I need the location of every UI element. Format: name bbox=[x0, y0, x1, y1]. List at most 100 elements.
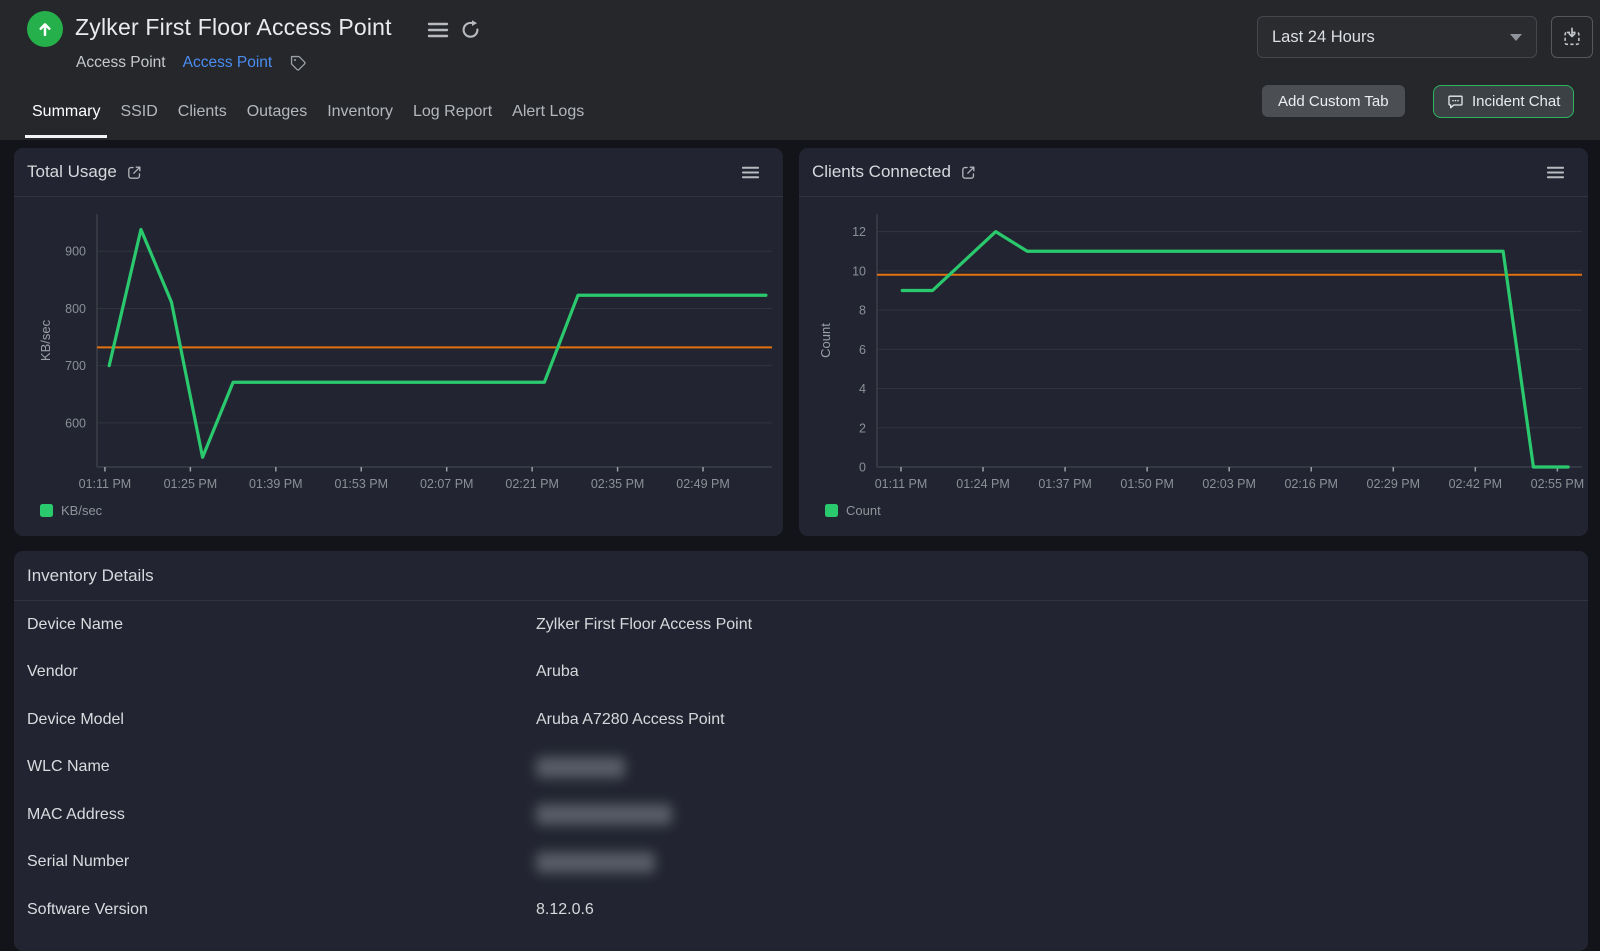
legend-swatch bbox=[825, 504, 838, 517]
inventory-value: Zylker First Floor Access Point bbox=[536, 616, 752, 634]
inventory-row-device-name: Device Name Zylker First Floor Access Poi… bbox=[14, 601, 1588, 649]
inventory-details-card: Inventory Details Device Name Zylker Firs… bbox=[14, 551, 1588, 951]
chart-title-text: Clients Connected bbox=[812, 162, 951, 182]
tab-outages[interactable]: Outages bbox=[240, 102, 314, 138]
svg-text:2: 2 bbox=[859, 421, 866, 435]
clients-connected-card: Clients Connected 0 2 4 6 8 10 12 01:11 PM 01:24… bbox=[799, 148, 1588, 536]
legend-label: Count bbox=[846, 503, 881, 518]
expand-chart-icon[interactable] bbox=[960, 164, 977, 181]
inventory-row-mac-address: MAC Address bbox=[14, 791, 1588, 839]
time-range-value: Last 24 Hours bbox=[1272, 28, 1375, 47]
svg-text:800: 800 bbox=[65, 302, 86, 316]
tab-log-report[interactable]: Log Report bbox=[406, 102, 499, 138]
inventory-label: Device Name bbox=[27, 616, 123, 634]
svg-text:4: 4 bbox=[859, 382, 866, 396]
svg-text:02:42 PM: 02:42 PM bbox=[1449, 477, 1503, 491]
chart-menu-icon[interactable] bbox=[742, 165, 759, 180]
svg-text:01:50 PM: 01:50 PM bbox=[1120, 477, 1174, 491]
inventory-card-title: Inventory Details bbox=[27, 566, 154, 586]
svg-text:01:11 PM: 01:11 PM bbox=[875, 477, 928, 491]
svg-text:01:24 PM: 01:24 PM bbox=[956, 477, 1010, 491]
chart-menu-icon[interactable] bbox=[1547, 165, 1564, 180]
svg-text:02:03 PM: 02:03 PM bbox=[1202, 477, 1256, 491]
line-chart-svg: 60070080090001:11 PM01:25 PM01:39 PM01:5… bbox=[14, 197, 783, 497]
inventory-value: Aruba bbox=[536, 663, 579, 681]
redacted-value bbox=[536, 757, 625, 778]
svg-text:02:16 PM: 02:16 PM bbox=[1284, 477, 1338, 491]
page-title: Zylker First Floor Access Point bbox=[75, 14, 392, 41]
tab-clients[interactable]: Clients bbox=[171, 102, 234, 138]
arrow-up-icon bbox=[35, 19, 55, 39]
total-usage-card: Total Usage 60070080090001:11 PM01:25 PM… bbox=[14, 148, 783, 536]
tab-alert-logs[interactable]: Alert Logs bbox=[505, 102, 591, 138]
legend-item-count[interactable]: Count bbox=[825, 503, 1588, 518]
legend-swatch bbox=[40, 504, 53, 517]
incident-chat-label: Incident Chat bbox=[1472, 93, 1560, 110]
svg-text:6: 6 bbox=[859, 343, 866, 357]
clients-connected-card-title: Clients Connected bbox=[812, 162, 977, 182]
breadcrumb: Access Point Access Point bbox=[76, 54, 307, 72]
svg-text:01:37 PM: 01:37 PM bbox=[1038, 477, 1092, 491]
inventory-label: MAC Address bbox=[27, 806, 125, 824]
inventory-label: Vendor bbox=[27, 663, 78, 681]
svg-text:700: 700 bbox=[65, 359, 86, 373]
svg-text:02:21 PM: 02:21 PM bbox=[505, 477, 559, 491]
svg-text:10: 10 bbox=[852, 264, 866, 278]
svg-text:Count: Count bbox=[818, 323, 833, 358]
legend-item-kb-sec[interactable]: KB/sec bbox=[40, 503, 783, 518]
expand-chart-icon[interactable] bbox=[126, 164, 143, 181]
svg-text:02:55 PM: 02:55 PM bbox=[1531, 477, 1585, 491]
svg-text:900: 900 bbox=[65, 245, 86, 259]
inventory-card-header: Inventory Details bbox=[14, 551, 1588, 601]
open-in-new-window-icon bbox=[1561, 26, 1583, 48]
total-usage-card-title: Total Usage bbox=[27, 162, 143, 182]
svg-text:02:35 PM: 02:35 PM bbox=[591, 477, 645, 491]
svg-text:0: 0 bbox=[859, 461, 866, 475]
inventory-value: 8.12.0.6 bbox=[536, 901, 594, 919]
chart-title-text: Total Usage bbox=[27, 162, 117, 182]
inventory-row-wlc-name: WLC Name bbox=[14, 744, 1588, 792]
inventory-row-software-version: Software Version 8.12.0.6 bbox=[14, 886, 1588, 934]
svg-text:KB/sec: KB/sec bbox=[38, 319, 53, 361]
clients-connected-card-header: Clients Connected bbox=[799, 148, 1588, 197]
legend-label: KB/sec bbox=[61, 503, 102, 518]
top-bar: Zylker First Floor Access Point Access P… bbox=[0, 0, 1600, 140]
refresh-icon[interactable] bbox=[459, 18, 482, 41]
device-status-up-icon bbox=[27, 11, 63, 47]
clients-connected-chart: 0 2 4 6 8 10 12 01:11 PM 01:24 PM 01:37 PM 01:50 P… bbox=[799, 197, 1588, 518]
svg-text:02:07 PM: 02:07 PM bbox=[420, 477, 474, 491]
open-in-new-window-button[interactable] bbox=[1551, 16, 1593, 58]
inventory-row-serial-number: Serial Number bbox=[14, 839, 1588, 887]
redacted-value bbox=[536, 852, 655, 873]
tab-ssid[interactable]: SSID bbox=[113, 102, 164, 138]
inventory-label: Software Version bbox=[27, 901, 148, 919]
inventory-row-device-model: Device Model Aruba A7280 Access Point bbox=[14, 696, 1588, 744]
svg-text:01:39 PM: 01:39 PM bbox=[249, 477, 303, 491]
add-custom-tab-button[interactable]: Add Custom Tab bbox=[1262, 85, 1405, 117]
svg-text:01:25 PM: 01:25 PM bbox=[164, 477, 218, 491]
inventory-rows: Device Name Zylker First Floor Access Poi… bbox=[14, 601, 1588, 934]
title-menu-icon[interactable] bbox=[427, 20, 449, 40]
tab-summary[interactable]: Summary bbox=[25, 102, 107, 138]
svg-text:02:49 PM: 02:49 PM bbox=[676, 477, 730, 491]
line-chart-svg: 0 2 4 6 8 10 12 01:11 PM 01:24 PM 01:37 PM 01:50 P… bbox=[799, 197, 1588, 497]
svg-text:8: 8 bbox=[859, 304, 866, 318]
total-usage-chart: 60070080090001:11 PM01:25 PM01:39 PM01:5… bbox=[14, 197, 783, 518]
inventory-label: Serial Number bbox=[27, 853, 129, 871]
inventory-label: WLC Name bbox=[27, 758, 110, 776]
tab-inventory[interactable]: Inventory bbox=[320, 102, 400, 138]
time-range-select[interactable]: Last 24 Hours bbox=[1257, 16, 1537, 58]
svg-text:12: 12 bbox=[852, 225, 866, 239]
svg-text:02:29 PM: 02:29 PM bbox=[1367, 477, 1421, 491]
tab-bar: SummarySSIDClientsOutagesInventoryLog Re… bbox=[25, 102, 591, 138]
chat-icon bbox=[1447, 93, 1464, 110]
inventory-value: Aruba A7280 Access Point bbox=[536, 711, 725, 729]
svg-text:600: 600 bbox=[65, 416, 86, 430]
inventory-row-vendor: Vendor Aruba bbox=[14, 649, 1588, 697]
device-type-link[interactable]: Access Point bbox=[183, 54, 273, 72]
redacted-value bbox=[536, 804, 672, 825]
incident-chat-button[interactable]: Incident Chat bbox=[1433, 85, 1574, 118]
total-usage-card-header: Total Usage bbox=[14, 148, 783, 197]
tag-icon[interactable] bbox=[289, 54, 307, 72]
inventory-label: Device Model bbox=[27, 711, 124, 729]
